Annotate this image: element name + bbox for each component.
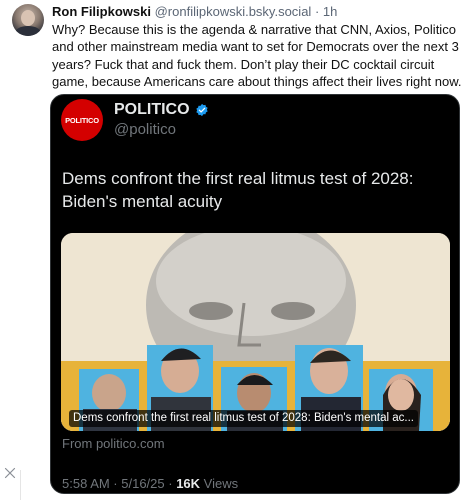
thread-divider bbox=[20, 470, 21, 500]
embed-views-label: Views bbox=[200, 476, 239, 491]
article-link-source[interactable]: From politico.com bbox=[62, 436, 165, 451]
article-image-caption: Dems confront the first real litmus test… bbox=[69, 410, 418, 427]
post-header: Ron Filipkowski @ronfilipkowski.bsky.soc… bbox=[52, 4, 337, 20]
embed-headline: Dems confront the first real litmus test… bbox=[62, 169, 414, 211]
embed-account-handle[interactable]: @politico bbox=[114, 121, 176, 138]
embed-timestamp[interactable]: 5:58 AM · 5/16/25 · bbox=[62, 476, 176, 491]
post-text: Why? Because this is the agenda & narrat… bbox=[52, 22, 462, 89]
avatar-face bbox=[21, 10, 35, 26]
embed-views-count: 16K bbox=[176, 476, 201, 491]
post-time[interactable]: 1h bbox=[323, 4, 337, 19]
header-separator: · bbox=[314, 4, 320, 19]
author-avatar[interactable] bbox=[12, 4, 44, 36]
embed-account-name[interactable]: POLITICO bbox=[114, 101, 190, 119]
verified-badge-icon bbox=[195, 103, 208, 117]
author-handle[interactable]: @ronfilipkowski.bsky.social bbox=[155, 4, 312, 19]
embed-post-meta: 5:58 AM · 5/16/25 · 16K Views bbox=[62, 476, 238, 491]
embedded-post-card[interactable]: POLITICO POLITICO @politico Dems confron… bbox=[50, 94, 460, 494]
article-link-image[interactable]: Dems confront the first real litmus test… bbox=[61, 233, 450, 431]
article-photo bbox=[61, 233, 450, 431]
embed-account-name-row[interactable]: POLITICO bbox=[114, 101, 209, 119]
author-name[interactable]: Ron Filipkowski bbox=[52, 4, 151, 19]
x-logo-icon bbox=[4, 467, 16, 479]
politico-logo[interactable]: POLITICO bbox=[61, 99, 103, 141]
avatar-shoulders bbox=[15, 26, 41, 36]
